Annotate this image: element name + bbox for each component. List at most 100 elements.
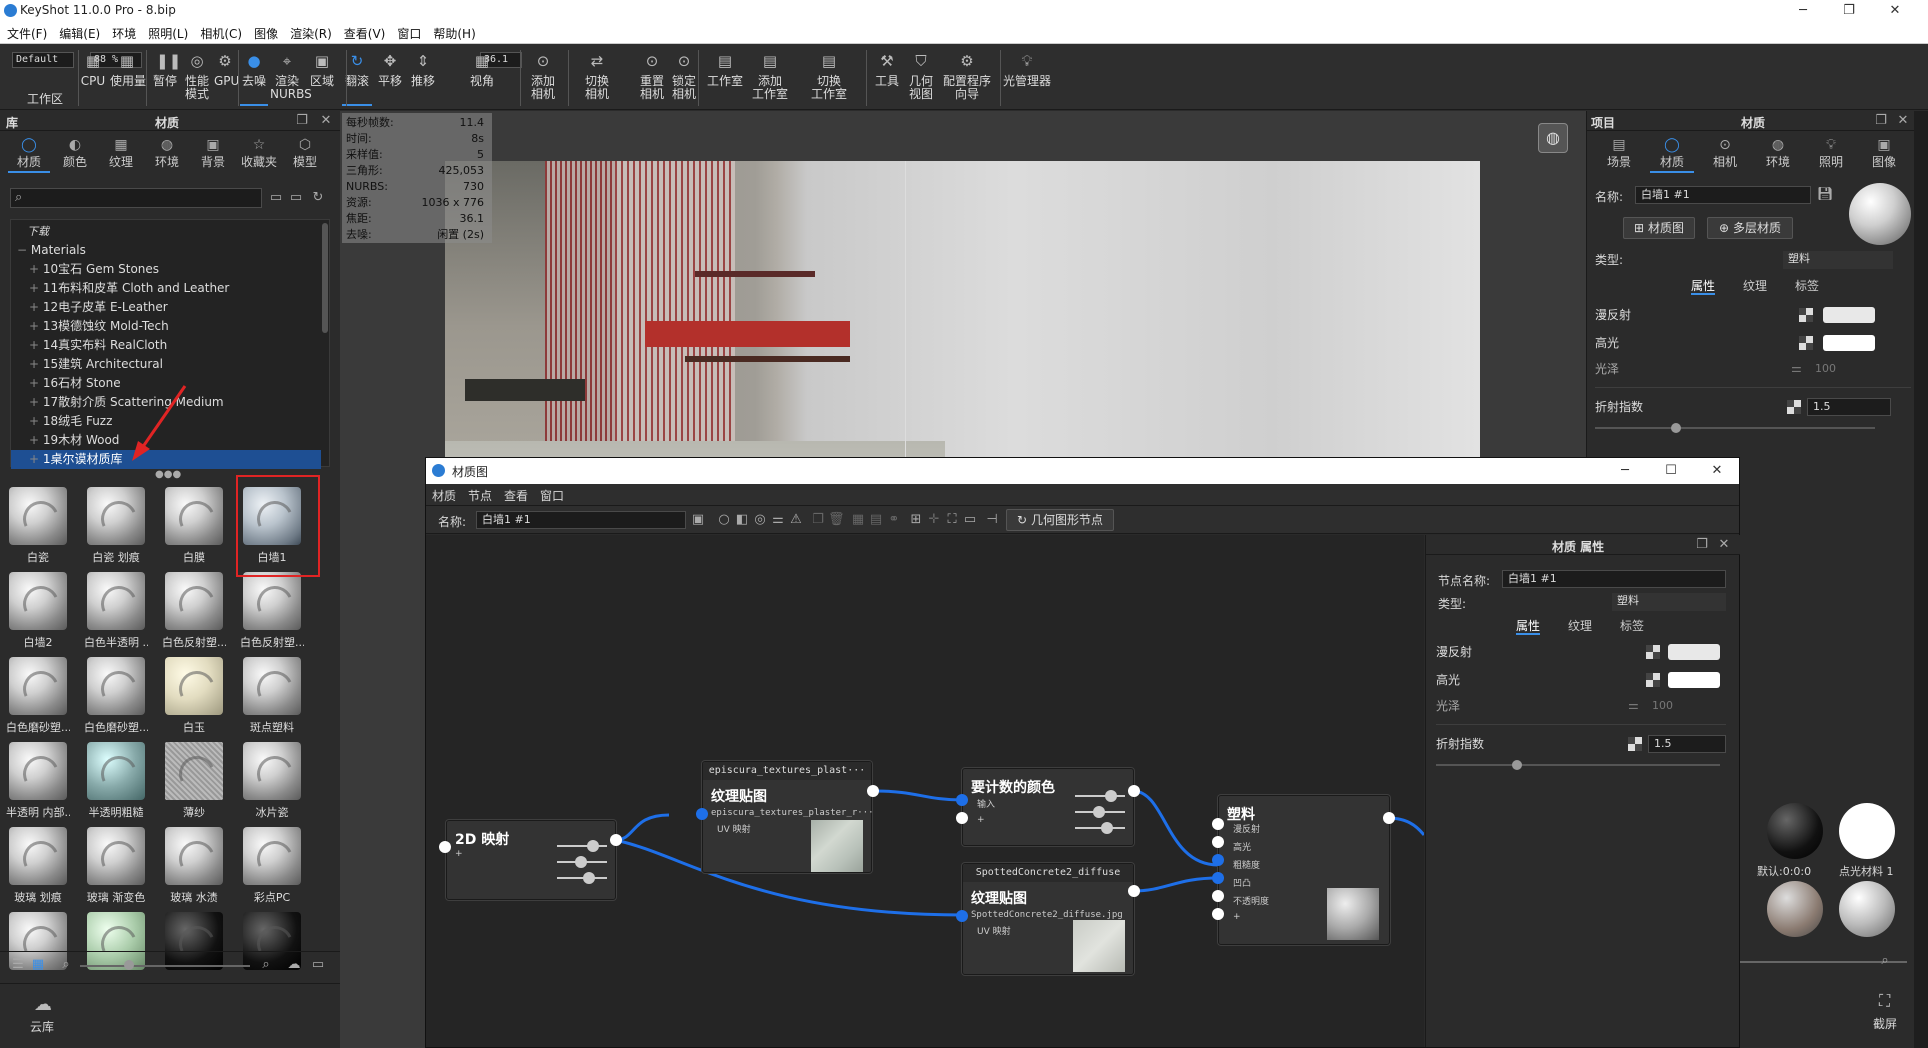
- toolbar-button-22[interactable]: ⚙ 配置程序 向导: [940, 50, 994, 106]
- thumb-size-slider[interactable]: [80, 965, 250, 967]
- warning-icon[interactable]: ⚠: [788, 512, 804, 528]
- screenshot-icon[interactable]: ⛶: [1879, 991, 1890, 1011]
- library-tab-5[interactable]: ☆ 收藏夹: [238, 137, 280, 173]
- toolbar-button-19[interactable]: ▤ 切换 工作室: [808, 50, 850, 106]
- multi-material-button[interactable]: ⊕ 多层材质: [1707, 217, 1793, 239]
- node-canvas[interactable]: 2D 映射 + episcura_textures_plast··· 纹理贴图 …: [426, 535, 1424, 1047]
- material-thumb[interactable]: 白瓷 划痕: [84, 487, 148, 565]
- graph-menu-item-3[interactable]: 窗口: [540, 487, 564, 504]
- zoom-in-icon[interactable]: ⌕: [1877, 953, 1893, 969]
- circle-node-icon[interactable]: ○: [716, 512, 732, 528]
- thumb-size-handle[interactable]: [124, 960, 134, 970]
- geometry-node-button[interactable]: ↻ 几何图形节点: [1006, 509, 1114, 531]
- subtab-0[interactable]: 属性: [1691, 277, 1716, 295]
- subtab-0[interactable]: 属性: [1516, 617, 1541, 635]
- menu-item-7[interactable]: 查看(V): [339, 22, 391, 42]
- toolbar-button-4[interactable]: ◎ 性能 模式: [183, 50, 211, 106]
- ungroup-icon[interactable]: ▤: [868, 512, 884, 528]
- toolbar-button-8[interactable]: ▣ 区域: [308, 50, 336, 106]
- material-graph-button[interactable]: ⊞ 材质图: [1623, 217, 1695, 239]
- library-tab-0[interactable]: ◯ 材质: [8, 137, 50, 173]
- node-color-to-number[interactable]: 要计数的颜色 输入 +: [962, 768, 1134, 846]
- thumb-texture[interactable]: [1767, 881, 1823, 937]
- plastic-bump-port[interactable]: [1212, 872, 1224, 884]
- expand-icon[interactable]: +: [29, 338, 43, 352]
- expand-icon[interactable]: +: [29, 319, 43, 333]
- graph-roughness-value[interactable]: 100: [1652, 699, 1673, 712]
- specular-color-swatch[interactable]: [1823, 335, 1875, 351]
- float-panel-icon[interactable]: ❐: [1873, 113, 1889, 129]
- material-thumb[interactable]: 白墙2: [6, 572, 70, 650]
- expand-icon[interactable]: +: [29, 376, 43, 390]
- thumb-default[interactable]: [1767, 803, 1823, 859]
- link-icon[interactable]: ⚭: [886, 512, 902, 528]
- library-tab-1[interactable]: ◐ 颜色: [54, 137, 96, 173]
- roughness-value[interactable]: 100: [1815, 362, 1836, 375]
- menu-item-6[interactable]: 渲染(R): [285, 22, 337, 42]
- ior-slider[interactable]: [1595, 427, 1875, 429]
- menu-item-5[interactable]: 图像: [249, 22, 283, 42]
- expand-icon[interactable]: +: [29, 300, 43, 314]
- menu-item-8[interactable]: 窗口: [392, 22, 426, 42]
- delete-icon[interactable]: 🗑︎: [828, 512, 845, 528]
- library-tab-6[interactable]: ⬡ 模型: [284, 137, 326, 173]
- project-tab-5[interactable]: ▣ 图像: [1862, 137, 1906, 173]
- color-plus-port[interactable]: [956, 812, 968, 824]
- material-thumb[interactable]: 白色半透明 ...: [84, 572, 148, 650]
- project-tab-4[interactable]: 💡︎ 照明: [1809, 137, 1853, 173]
- material-thumb[interactable]: 薄纱: [162, 742, 226, 820]
- map2d-input-port[interactable]: [439, 841, 451, 853]
- color-output-port[interactable]: [1128, 785, 1140, 797]
- toolbar-button-12[interactable]: ▦ 视角: [460, 50, 504, 106]
- toolbar-button-2[interactable]: ▦ 使用量: [110, 50, 146, 106]
- minimize-icon[interactable]: ─: [1780, 0, 1826, 22]
- graph-specular-texture-icon[interactable]: [1646, 673, 1660, 687]
- tex2-uv-port[interactable]: [956, 910, 968, 922]
- fit-icon[interactable]: ⛶: [944, 512, 960, 528]
- tree-item[interactable]: + 10宝石 Gem Stones: [11, 260, 321, 279]
- material-name-input[interactable]: 白墙1 #1: [1635, 186, 1811, 204]
- tex1-uv-port[interactable]: [696, 808, 708, 820]
- diffuse-color-swatch[interactable]: [1823, 307, 1875, 323]
- color-input-port[interactable]: [956, 794, 968, 806]
- menu-item-0[interactable]: 文件(F): [2, 22, 52, 42]
- node-plastic[interactable]: 塑料 漫反射 高光 粗糙度 凹凸 不透明度 +: [1218, 795, 1390, 945]
- material-thumb[interactable]: 玻璃 水渍: [162, 827, 226, 905]
- node-texture-map-1[interactable]: episcura_textures_plast··· 纹理贴图 episcura…: [702, 761, 874, 873]
- group-icon[interactable]: ▦: [850, 512, 866, 528]
- toolbar-button-15[interactable]: ⊙ 重置 相机: [636, 50, 668, 106]
- graph-menu-item-0[interactable]: 材质: [432, 487, 456, 504]
- material-thumb[interactable]: 玻璃 渐变色: [84, 827, 148, 905]
- graph-specular-swatch[interactable]: [1668, 672, 1720, 688]
- node-name-input[interactable]: 白墙1 #1: [1502, 570, 1726, 588]
- material-thumb[interactable]: 半透明粗糙: [84, 742, 148, 820]
- material-thumb[interactable]: 白膜: [162, 487, 226, 565]
- material-thumb[interactable]: 斑点塑料: [240, 657, 304, 735]
- toolbar-button-0[interactable]: 工作区: [20, 50, 70, 106]
- pin-icon[interactable]: ⊣: [984, 512, 1000, 528]
- subtab-1[interactable]: 纹理: [1743, 277, 1767, 295]
- graph-ior-slider-handle[interactable]: [1512, 760, 1522, 770]
- close-panel-icon[interactable]: ✕: [1716, 537, 1732, 553]
- menu-item-9[interactable]: 帮助(H): [428, 22, 480, 42]
- graph-diffuse-swatch[interactable]: [1668, 644, 1720, 660]
- project-tab-2[interactable]: ⊙ 相机: [1703, 137, 1747, 173]
- layout-icon[interactable]: ⊞: [908, 512, 924, 528]
- subtab-1[interactable]: 纹理: [1568, 617, 1592, 635]
- toolbar-button-10[interactable]: ✥ 平移: [376, 50, 404, 106]
- toolbar-button-18[interactable]: ▤ 添加 工作室: [750, 50, 790, 106]
- tex1-output-port[interactable]: [867, 785, 879, 797]
- close-panel-icon[interactable]: ✕: [1895, 113, 1911, 129]
- grid-view-icon[interactable]: ▦: [30, 957, 46, 973]
- toolbar-button-20[interactable]: ⚒ 工具: [872, 50, 902, 106]
- refresh-icon[interactable]: ↻: [310, 190, 326, 206]
- splitter-handle[interactable]: ●●●: [155, 469, 181, 480]
- graph-menu-item-2[interactable]: 查看: [504, 487, 528, 504]
- toolbar-button-16[interactable]: ⊙ 锁定 相机: [668, 50, 700, 106]
- tree-item[interactable]: + 15建筑 Architectural: [11, 355, 321, 374]
- plastic-roughness-port[interactable]: [1212, 854, 1224, 866]
- map2d-output-port[interactable]: [610, 834, 622, 846]
- menu-item-2[interactable]: 环境: [107, 22, 141, 42]
- menu-item-1[interactable]: 编辑(E): [54, 22, 105, 42]
- square-node-icon[interactable]: ◧: [734, 512, 750, 528]
